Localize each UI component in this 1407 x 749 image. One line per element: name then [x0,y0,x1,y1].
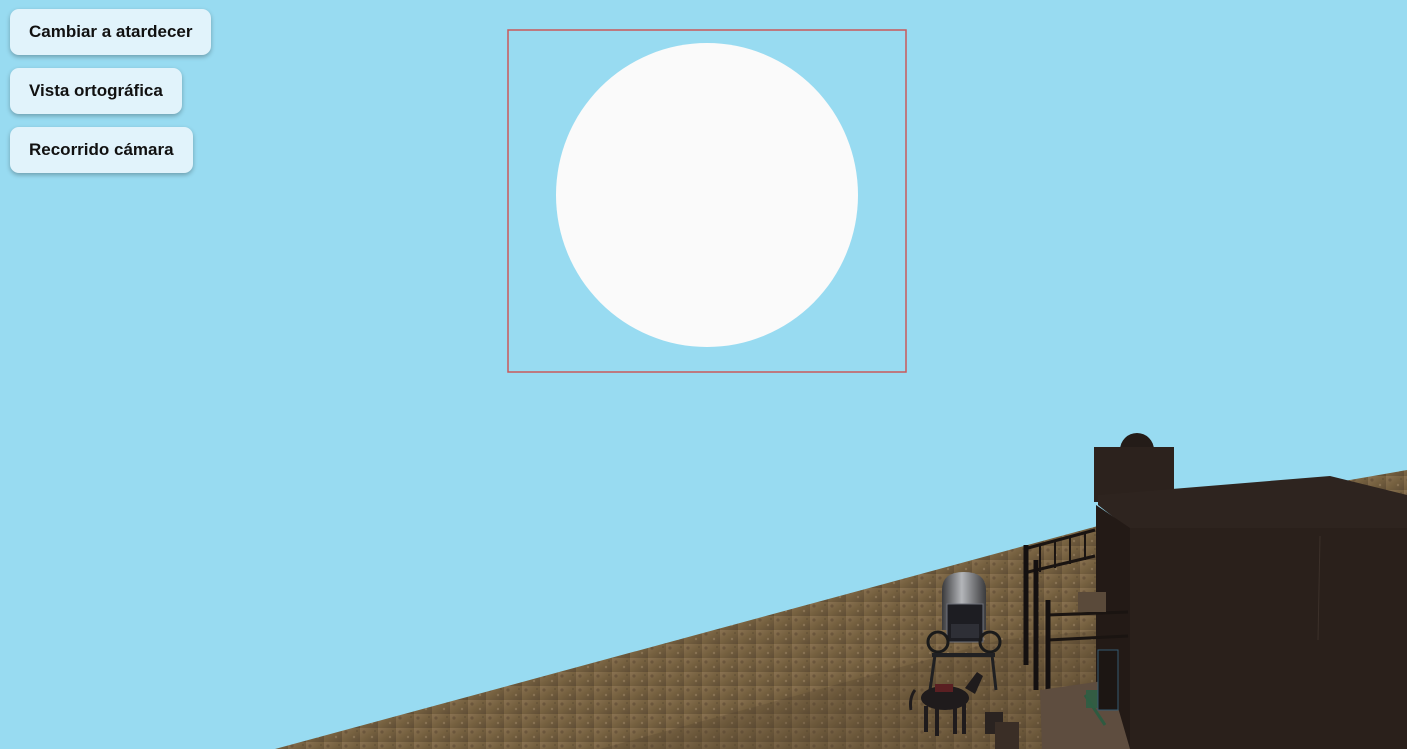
sunset-toggle-button[interactable]: Cambiar a atardecer [10,9,212,55]
orthographic-view-button[interactable]: Vista ortográfica [10,68,182,114]
control-panel: Cambiar a atardecer Vista ortográfica Re… [10,9,212,173]
camera-tour-button[interactable]: Recorrido cámara [10,127,193,173]
sun[interactable] [556,43,858,347]
